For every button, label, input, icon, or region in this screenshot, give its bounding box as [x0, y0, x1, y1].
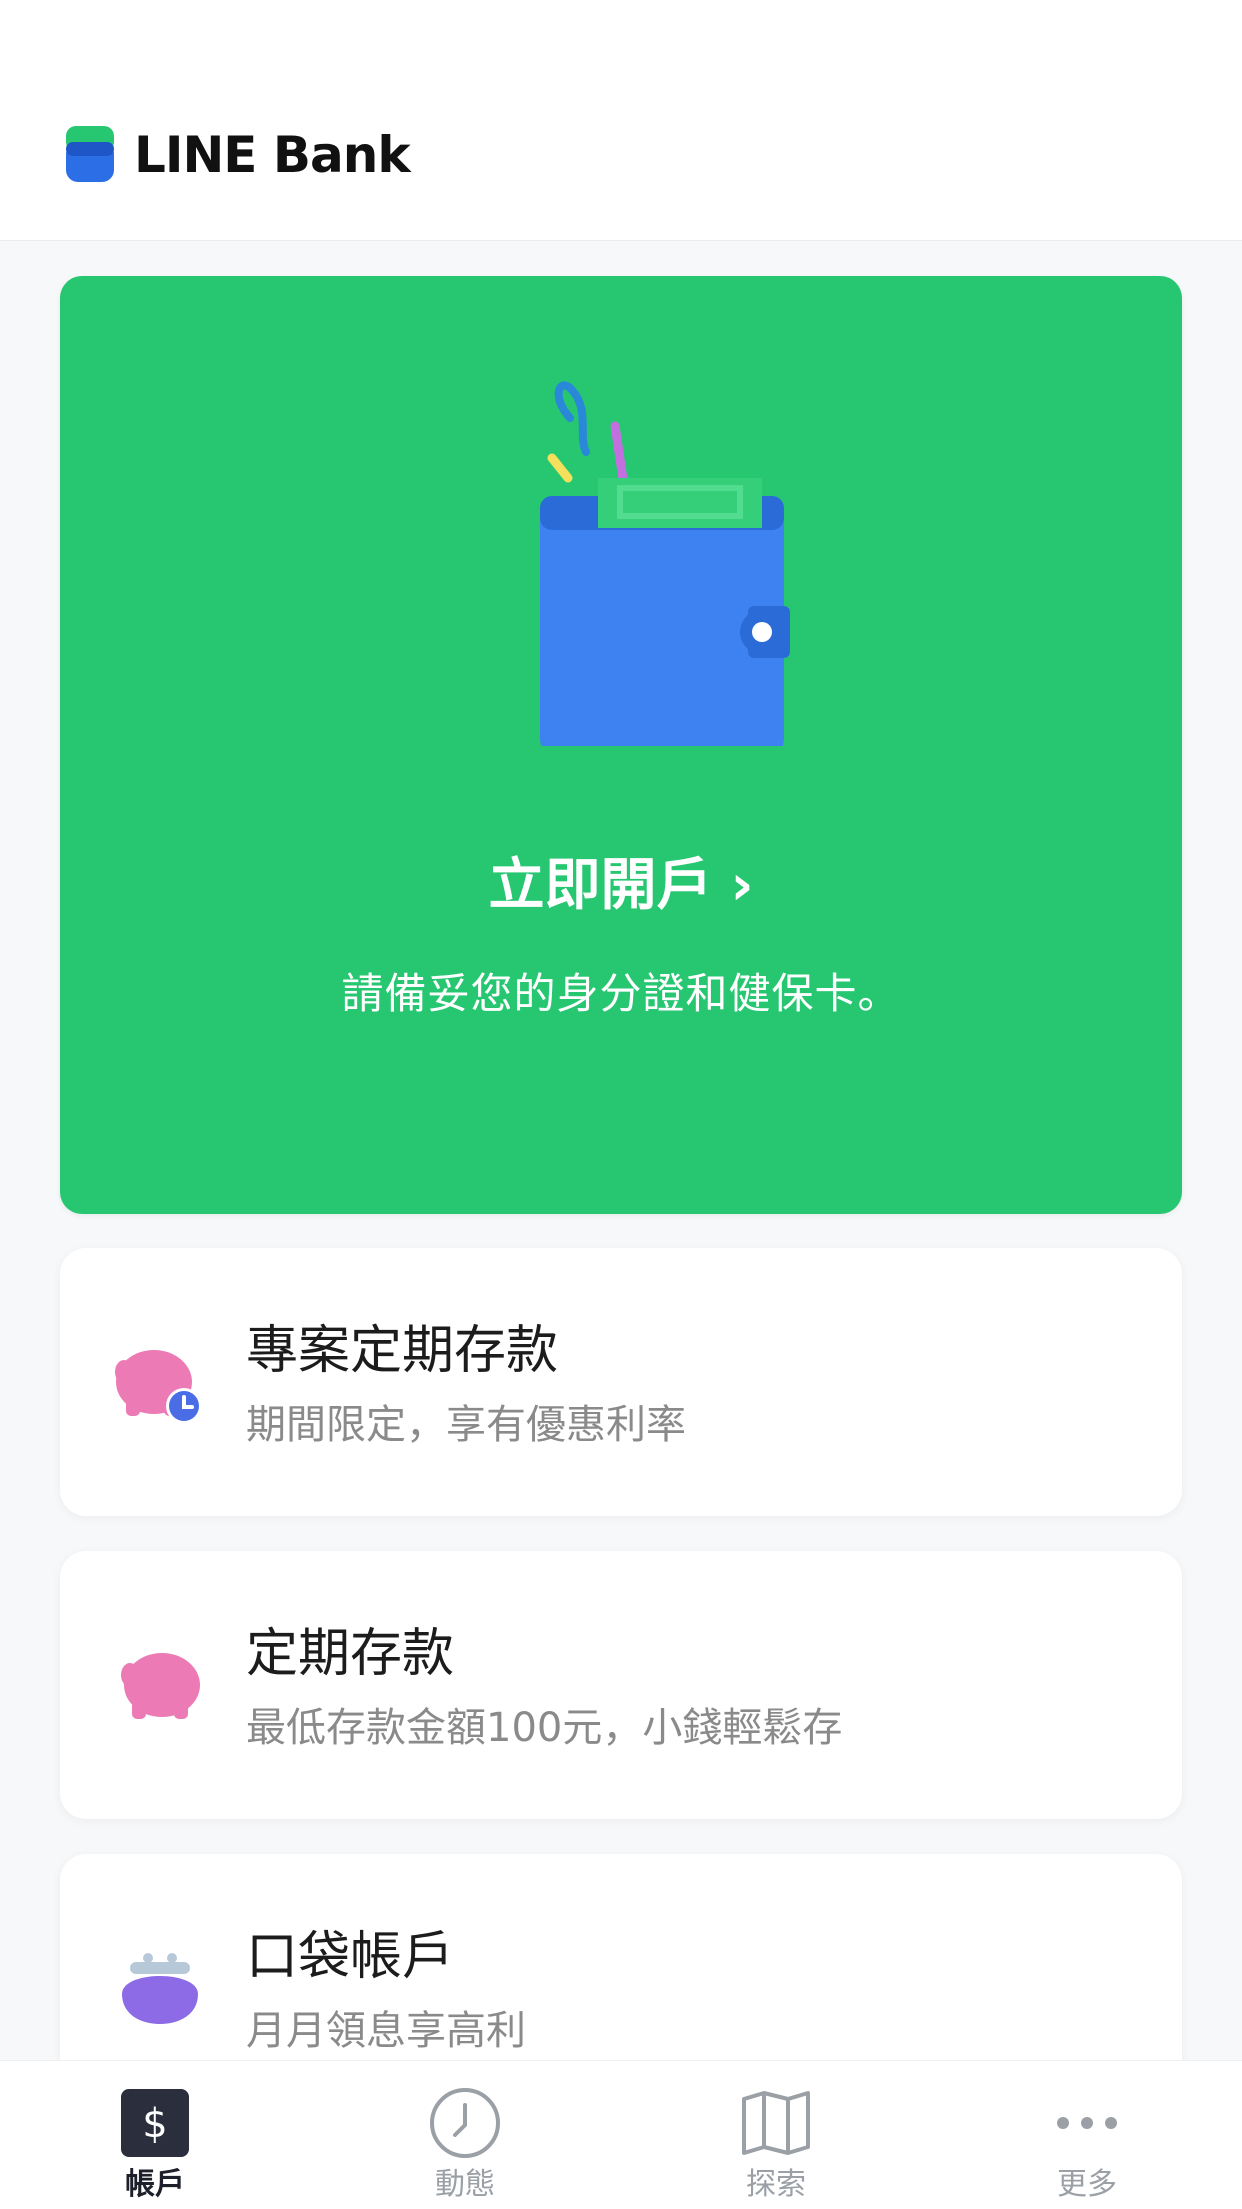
piggy-bank-icon [121, 1653, 200, 1719]
tab-activity[interactable]: 動態 [375, 2061, 555, 2209]
product-subtitle: 期間限定，享有優惠利率 [246, 1402, 686, 1448]
open-account-title[interactable]: 立即開戶 › [60, 851, 1182, 921]
open-account-card[interactable]: 立即開戶 › 請備妥您的身分證和健保卡。 [60, 276, 1182, 1214]
product-title: 定期存款 [246, 1624, 455, 1684]
dollar-icon: $ [121, 2089, 189, 2157]
tab-label: 探索 [746, 2167, 806, 2202]
open-account-subtitle: 請備妥您的身分證和健保卡。 [341, 969, 901, 1018]
tab-label: 動態 [435, 2167, 495, 2202]
piggy-bank-clock-icon [115, 1350, 202, 1424]
product-title: 專案定期存款 [246, 1321, 559, 1381]
more-dots-icon [1057, 2117, 1117, 2129]
wallet-icon [540, 381, 790, 746]
app-header: LINE Bank [0, 0, 1242, 241]
map-icon [742, 2091, 810, 2155]
product-subtitle: 最低存款金額100元，小錢輕鬆存 [246, 1705, 843, 1751]
tab-label: 更多 [1057, 2167, 1117, 2202]
chevron-right-icon: › [730, 853, 754, 918]
tab-label: 帳戶 [125, 2167, 185, 2202]
tab-more[interactable]: 更多 [997, 2061, 1177, 2209]
product-subtitle: 月月領息享高利 [246, 2008, 526, 2054]
line-bank-logo-icon [66, 126, 114, 182]
open-account-title-text: 立即開戶 [488, 853, 713, 918]
tab-explore[interactable]: 探索 [686, 2061, 866, 2209]
coin-purse-icon [122, 1953, 198, 2024]
tab-account[interactable]: $ 帳戶 [65, 2061, 245, 2209]
product-card-time-deposit[interactable]: 定期存款 最低存款金額100元，小錢輕鬆存 [60, 1551, 1182, 1819]
clock-icon [430, 2088, 500, 2158]
bottom-tab-bar: $ 帳戶 動態 探索 更多 [0, 2060, 1242, 2209]
product-card-project-time-deposit[interactable]: 專案定期存款 期間限定，享有優惠利率 [60, 1248, 1182, 1516]
brand-name: LINE Bank [134, 126, 411, 184]
svg-text:$: $ [142, 2101, 167, 2147]
product-title: 口袋帳戶 [246, 1927, 455, 1987]
